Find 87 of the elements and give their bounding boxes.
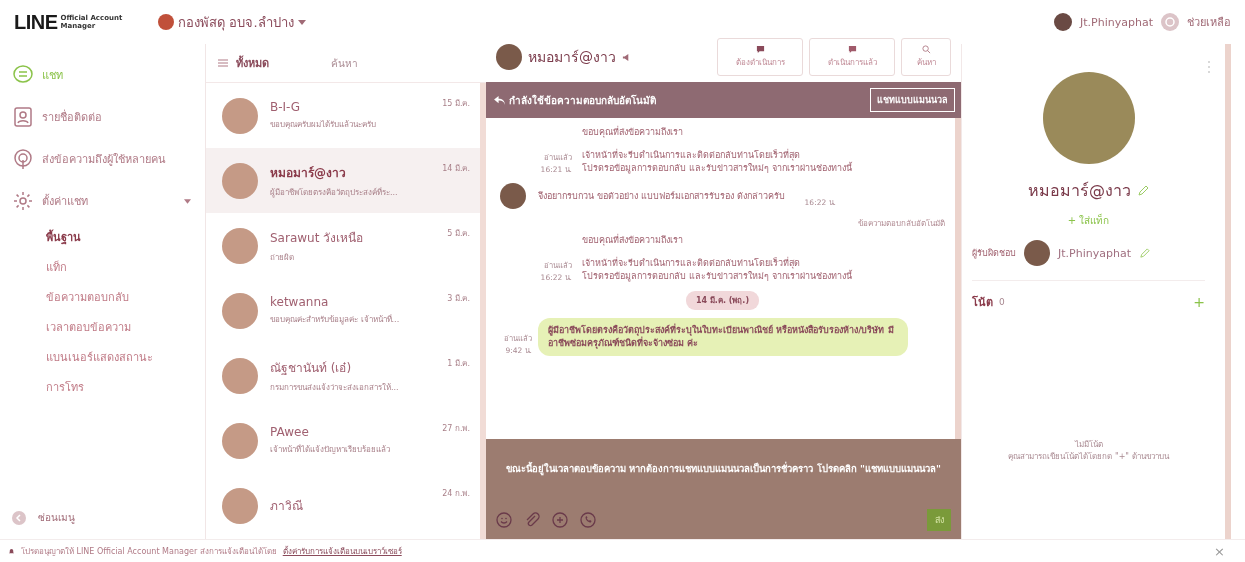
nav-item[interactable]: ตั้งค่าแชท — [12, 180, 205, 222]
empty-notes-title: ไม่มีโน้ต — [1074, 438, 1103, 451]
composer-notice: ขณะนี้อยู่ในเวลาตอบข้อความ หากต้องการแชทแบบแมนนวลเป็นการชั่วคราว โปรดคลิก "แชทแบบแมนนวล" — [505, 461, 942, 478]
notes-title: โน้ต — [972, 294, 993, 311]
toolbar-button[interactable]: ต้องดำเนินการ — [717, 38, 803, 76]
chat-list-item[interactable]: Sarawut วังเหนือ ถ่ายผิด 5 มี.ค. — [206, 213, 480, 278]
message-text: เจ้าหน้าที่จะรีบดำเนินการและติดต่อกลับท่านโดยเร็วที่สุด — [582, 257, 800, 269]
contact-card-icon — [12, 106, 34, 128]
assignee-label: ผู้รับผิดชอบ — [972, 247, 1016, 260]
nav-item[interactable]: ส่งข้อความถึงผู้ใช้หลายคน — [12, 138, 205, 180]
avatar — [222, 292, 258, 329]
avatar — [222, 487, 258, 524]
chat-list-item[interactable]: หมอมาร์@งาว ผู้มีอาชีพโดยตรงคือวัตถุประสงค์ที่ระ... 14 มี.ค. — [206, 148, 480, 213]
auto-reply-label: ข้อความตอบกลับอัตโนมัติ — [858, 218, 945, 230]
paperclip-icon[interactable] — [524, 512, 540, 528]
search-icon — [921, 45, 931, 54]
help-icon[interactable] — [1161, 13, 1179, 31]
avatar — [496, 44, 522, 70]
chat-bubble-icon — [847, 45, 857, 54]
avatar — [222, 162, 258, 199]
toolbar-button[interactable]: ดำเนินการแล้ว — [809, 38, 895, 76]
more-icon[interactable] — [1207, 60, 1211, 74]
chat-bubble-icon — [755, 45, 765, 54]
message-text: ขอบคุณที่ส่งข้อความถึงเรา — [582, 234, 684, 247]
toolbar-button[interactable]: ค้นหา — [901, 38, 951, 76]
chat-list-item[interactable]: B-I-G ขอบคุณครับผมได้รับแล้วนะครับ 15 มี.ค. — [206, 83, 480, 148]
submenu-item[interactable]: เวลาตอบข้อความ — [12, 312, 205, 342]
submenu-item[interactable]: การโทร — [12, 372, 205, 402]
reply-arrow-icon — [494, 95, 505, 105]
avatar — [222, 227, 258, 264]
emoji-icon[interactable] — [496, 512, 512, 528]
add-message-icon[interactable] — [552, 512, 568, 528]
phone-icon[interactable] — [580, 512, 596, 528]
empty-notes-hint: คุณสามารถเขียนโน้ตได้โดยกด "+" ด้านขวาบน — [1008, 450, 1169, 463]
message-text: โปรดรอข้อมูลการตอบกลับ และรับข่าวสารใหม่ๆ จากเราผ่านช่องทางนี้ — [582, 162, 852, 175]
nav-item[interactable]: รายชื่อติดต่อ — [12, 96, 205, 138]
submenu-item[interactable]: แบนเนอร์แสดงสถานะ — [12, 342, 205, 372]
avatar — [222, 422, 258, 459]
chat-list-item[interactable]: ketwanna ขอบคุณค่ะสำหรับข้อมูลค่ะ เจ้าหน้าที่... 3 มี.ค. — [206, 278, 480, 343]
message-text: ขอบคุณที่ส่งข้อความถึงเรา — [582, 126, 684, 139]
filter-dropdown[interactable]: ทั้งหมด — [218, 54, 269, 72]
broadcast-icon — [12, 148, 34, 170]
avatar — [1024, 240, 1050, 266]
message-text: โปรดรอข้อมูลการตอบกลับ และรับข่าวสารใหม่ๆ จากเราผ่านช่องทางนี้ — [582, 270, 852, 283]
help-link[interactable]: ช่วยเหลือ — [1187, 13, 1231, 31]
add-note-button[interactable]: + — [1193, 294, 1205, 310]
message-bubble: ผู้มีอาชีพโดยตรงคือวัตถุประสงค์ที่ระบุในใบทะเบียนพาณิชย์ หรือหนังสือรับรองห้าง/บริษัท มีอาชีพซ่อมครุภัณฑ์ชนิดที่จะจ้างซ่อม ค่ะ — [538, 318, 908, 356]
message-text: เจ้าหน้าที่จะรีบดำเนินการและติดต่อกลับท่านโดยเร็วที่สุด — [582, 149, 800, 161]
caret-icon — [184, 198, 191, 204]
pencil-icon[interactable] — [1137, 184, 1149, 197]
notification-text: โปรดอนุญาตให้ LINE Official Account Manager ส่งการแจ้งเตือนได้โดย — [21, 545, 277, 558]
add-tag-link[interactable]: + ใส่แท็ก — [1067, 213, 1110, 228]
pencil-icon[interactable] — [1138, 247, 1150, 259]
submenu-item[interactable]: ข้อความตอบกลับ — [12, 282, 205, 312]
speaker-icon — [622, 52, 631, 62]
profile-name: หมอมาร์@งาว — [1028, 180, 1131, 202]
chat-list-item[interactable]: PAwee เจ้าหน้าที่ได้แจ้งปัญหาเรียบร้อยแล้ว 27 ก.พ. — [206, 408, 480, 473]
chat-list-item[interactable]: ภาวิณี 24 ก.พ. — [206, 473, 480, 538]
caret-icon — [297, 19, 306, 25]
user-avatar — [1054, 13, 1073, 31]
chat-list-item[interactable]: ณัฐชานันท์ (เอ๋) กรมการขนส่งแจ้งว่าจะส่งเอกสารให้... 1 มี.ค. — [206, 343, 480, 408]
nav-item[interactable]: แชท — [12, 54, 205, 96]
close-button[interactable]: × — [1214, 543, 1225, 559]
avatar — [222, 357, 258, 394]
menu-icon — [218, 59, 228, 67]
date-divider: 14 มี.ค. (พฤ.) — [685, 291, 760, 310]
banner-text: กำลังใช้ข้อความตอบกลับอัตโนมัติ — [494, 92, 656, 108]
manual-chat-button[interactable]: แชทแบบแมนนวล — [870, 88, 955, 112]
hide-menu-button[interactable]: ซ่อนเมนู — [12, 510, 205, 525]
user-name[interactable]: Jt.Phinyaphat — [1080, 15, 1153, 29]
chat-bubble-icon — [12, 64, 34, 86]
logo-wordmark: LINE — [14, 10, 58, 34]
notification-settings-link[interactable]: ตั้งค่ารับการแจ้งเตือนบนเบราว์เซอร์ — [282, 544, 402, 558]
message-text: จึงอยากรบกวน ขอตัวอย่าง แบบฟอร์มเอกสารรับรอง ดังกล่าวครับ — [538, 190, 785, 203]
collapse-icon — [12, 510, 26, 525]
chat-title: หมอมาร์@งาว — [528, 48, 616, 67]
assignee-name: Jt.Phinyaphat — [1058, 246, 1131, 260]
settings-icon — [12, 190, 34, 212]
avatar — [500, 183, 526, 209]
bell-icon — [8, 547, 15, 555]
account-switcher[interactable]: กองพัสดุ อบจ.ลำปาง — [158, 11, 306, 33]
send-button[interactable]: ส่ง — [927, 509, 951, 531]
submenu-item[interactable]: แท็ก — [12, 252, 205, 282]
submenu-item[interactable]: พื้นฐาน — [12, 222, 205, 252]
avatar — [222, 97, 258, 134]
notes-count: 0 — [999, 297, 1005, 307]
account-avatar — [158, 14, 175, 30]
